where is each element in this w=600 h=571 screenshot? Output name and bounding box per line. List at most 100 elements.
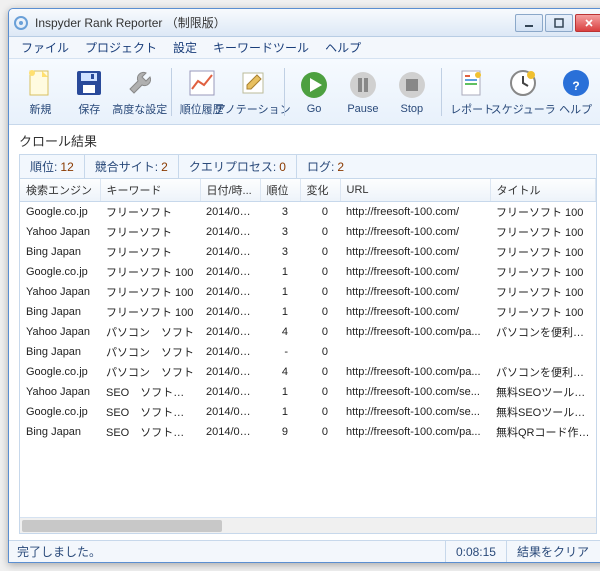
menu-help[interactable]: ヘルプ — [319, 37, 367, 58]
stat-query[interactable]: クエリプロセス: 0 — [179, 155, 297, 178]
col-engine[interactable]: 検索エンジン — [20, 179, 100, 202]
cell-engine: Yahoo Japan — [20, 382, 100, 402]
results-table: 検索エンジン キーワード 日付/時... 順位 変化 URL タイトル — [19, 179, 597, 534]
scrollbar-thumb[interactable] — [22, 520, 222, 532]
table-row[interactable]: Yahoo JapanSEO ソフト 無料2014/01...10http://… — [20, 382, 596, 402]
pause-button[interactable]: Pause — [340, 64, 387, 120]
toolbar-separator — [284, 68, 285, 116]
cell-title: 無料SEOツール一覧 - — [490, 382, 596, 402]
menu-project[interactable]: プロジェクト — [79, 37, 163, 58]
cell-engine: Yahoo Japan — [20, 222, 100, 242]
cell-title — [490, 342, 596, 362]
col-keyword[interactable]: キーワード — [100, 179, 200, 202]
table-row[interactable]: Yahoo Japanフリーソフト2014/01...30http://free… — [20, 222, 596, 242]
pause-icon — [347, 69, 379, 101]
statusbar: 完了しました。 0:08:15 結果をクリア — [9, 540, 600, 562]
stop-button[interactable]: Stop — [388, 64, 435, 120]
cell-engine: Google.co.jp — [20, 402, 100, 422]
cell-url: http://freesoft-100.com/ — [340, 202, 490, 222]
cell-rank: 1 — [260, 262, 300, 282]
table-row[interactable]: Google.co.jpフリーソフト 1002014/01...10http:/… — [20, 262, 596, 282]
table-header-row: 検索エンジン キーワード 日付/時... 順位 変化 URL タイトル — [20, 179, 596, 202]
status-time: 0:08:15 — [445, 541, 506, 562]
cell-keyword: フリーソフト 100 — [100, 282, 200, 302]
table-row[interactable]: Bing Japanパソコン ソフト2014/01...-0 — [20, 342, 596, 362]
cell-url: http://freesoft-100.com/ — [340, 282, 490, 302]
cell-rank: - — [260, 342, 300, 362]
col-date[interactable]: 日付/時... — [200, 179, 260, 202]
cell-keyword: SEO ソフト 無料 — [100, 382, 200, 402]
cell-engine: Bing Japan — [20, 422, 100, 442]
save-button[interactable]: 保存 — [66, 64, 113, 120]
stat-log[interactable]: ログ: 2 — [297, 155, 354, 178]
minimize-button[interactable] — [515, 14, 543, 32]
annotation-button[interactable]: アノテーション — [228, 64, 278, 120]
clear-results-button[interactable]: 結果をクリア — [506, 541, 599, 562]
menubar: ファイル プロジェクト 設定 キーワードツール ヘルプ — [9, 37, 600, 59]
chart-icon — [186, 67, 218, 99]
window-title: Inspyder Rank Reporter （制限版） — [35, 14, 515, 31]
cell-url — [340, 342, 490, 362]
menu-file[interactable]: ファイル — [15, 37, 75, 58]
cell-title: パソコンを便利にするフ — [490, 362, 596, 382]
table-row[interactable]: Yahoo Japanパソコン ソフト2014/01...40http://fr… — [20, 322, 596, 342]
cell-engine: Bing Japan — [20, 242, 100, 262]
stat-rank[interactable]: 順位: 12 — [20, 155, 85, 178]
cell-url: http://freesoft-100.com/ — [340, 262, 490, 282]
horizontal-scrollbar[interactable] — [20, 517, 596, 533]
cell-url: http://freesoft-100.com/se... — [340, 382, 490, 402]
cell-date: 2014/01... — [200, 242, 260, 262]
col-change[interactable]: 変化 — [300, 179, 340, 202]
cell-date: 2014/01... — [200, 422, 260, 442]
titlebar[interactable]: Inspyder Rank Reporter （制限版） — [9, 9, 600, 37]
cell-change: 0 — [300, 242, 340, 262]
table-row[interactable]: Bing JapanSEO ソフト 無料2014/01...90http://f… — [20, 422, 596, 442]
cell-date: 2014/01... — [200, 262, 260, 282]
col-rank[interactable]: 順位 — [260, 179, 300, 202]
cell-rank: 3 — [260, 222, 300, 242]
go-button[interactable]: Go — [291, 64, 338, 120]
cell-keyword: パソコン ソフト — [100, 322, 200, 342]
menu-settings[interactable]: 設定 — [167, 37, 203, 58]
cell-date: 2014/01... — [200, 402, 260, 422]
toolbar-separator — [171, 68, 172, 116]
cell-date: 2014/01... — [200, 222, 260, 242]
table-row[interactable]: Bing Japanフリーソフト 1002014/01...10http://f… — [20, 302, 596, 322]
new-file-icon — [24, 67, 56, 99]
cell-url: http://freesoft-100.com/ — [340, 222, 490, 242]
cell-engine: Google.co.jp — [20, 202, 100, 222]
table-row[interactable]: Google.co.jpフリーソフト2014/01...30http://fre… — [20, 202, 596, 222]
stat-compete[interactable]: 競合サイト: 2 — [85, 155, 179, 178]
content-area: クロール結果 順位: 12 競合サイト: 2 クエリプロセス: 0 ログ: 2 … — [9, 125, 600, 540]
status-message: 完了しました。 — [17, 543, 101, 560]
cell-change: 0 — [300, 402, 340, 422]
new-button[interactable]: 新規 — [17, 64, 64, 120]
cell-change: 0 — [300, 302, 340, 322]
table-row[interactable]: Yahoo Japanフリーソフト 1002014/01...10http://… — [20, 282, 596, 302]
cell-rank: 4 — [260, 362, 300, 382]
col-title[interactable]: タイトル — [490, 179, 596, 202]
help-icon: ? — [560, 67, 592, 99]
table-row[interactable]: Bing Japanフリーソフト2014/01...30http://frees… — [20, 242, 596, 262]
advanced-settings-button[interactable]: 高度な設定 — [115, 64, 165, 120]
cell-change: 0 — [300, 422, 340, 442]
cell-rank: 9 — [260, 422, 300, 442]
maximize-button[interactable] — [545, 14, 573, 32]
table-row[interactable]: Google.co.jpSEO ソフト 無料2014/01...10http:/… — [20, 402, 596, 422]
table-row[interactable]: Google.co.jpパソコン ソフト2014/01...40http://f… — [20, 362, 596, 382]
help-button[interactable]: ? ヘルプ — [552, 64, 599, 120]
report-icon — [456, 67, 488, 99]
toolbar: 新規 保存 高度な設定 順位履歴 アノテーション Go Pause — [9, 59, 600, 125]
col-url[interactable]: URL — [340, 179, 490, 202]
table-body[interactable]: Google.co.jpフリーソフト2014/01...30http://fre… — [20, 202, 596, 517]
close-button[interactable] — [575, 14, 600, 32]
scheduler-button[interactable]: スケジューラ — [498, 64, 548, 120]
cell-change: 0 — [300, 322, 340, 342]
cell-title: フリーソフト 100 — [490, 202, 596, 222]
cell-keyword: フリーソフト — [100, 242, 200, 262]
menu-keyword-tool[interactable]: キーワードツール — [207, 37, 315, 58]
cell-date: 2014/01... — [200, 322, 260, 342]
cell-rank: 3 — [260, 242, 300, 262]
report-button[interactable]: レポート — [448, 64, 496, 120]
cell-date: 2014/01... — [200, 362, 260, 382]
